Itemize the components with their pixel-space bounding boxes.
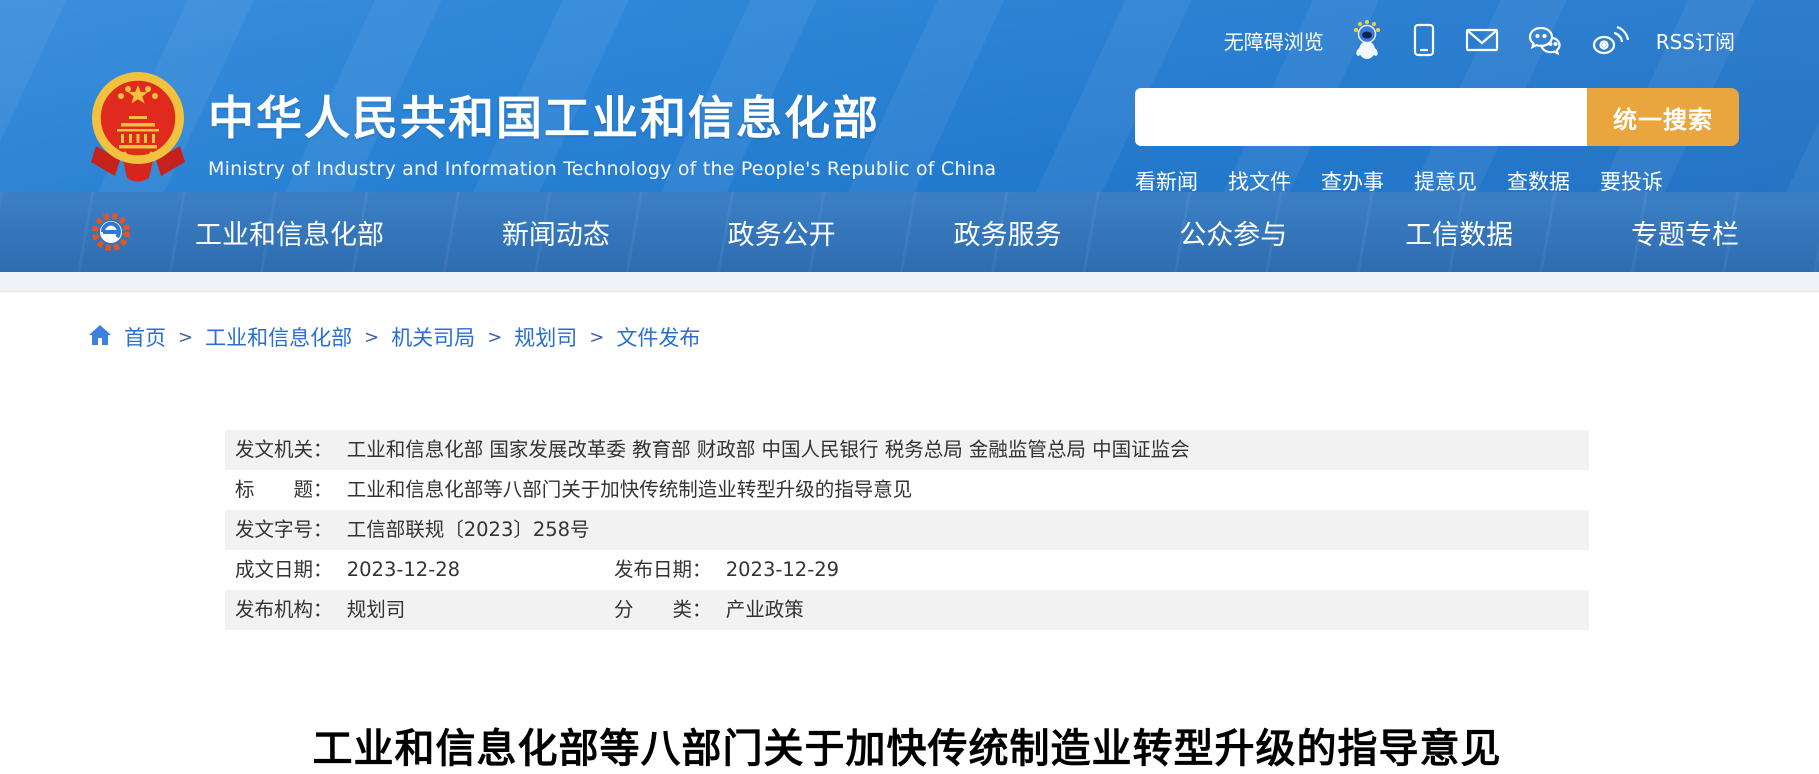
meta-row-issuing-org: 发文机关： 工业和信息化部 国家发展改革委 教育部 财政部 中国人民银行 税务总… (225, 430, 1589, 470)
meta-label: 标 题： (235, 470, 333, 510)
breadcrumb-miit[interactable]: 工业和信息化部 (205, 322, 352, 352)
breadcrumb-separator: > (178, 327, 193, 348)
meta-col2: 分 类： 产业政策 (614, 590, 804, 630)
mail-icon[interactable] (1464, 25, 1500, 55)
wechat-icon[interactable] (1526, 24, 1564, 56)
header-separator-strip (0, 272, 1819, 292)
breadcrumb-home[interactable]: 首页 (124, 322, 166, 352)
search-input[interactable] (1135, 88, 1587, 146)
miit-e-logo-icon[interactable] (88, 209, 134, 259)
nav-item-gov-openness[interactable]: 政务公开 (728, 213, 836, 252)
meta-label: 发文字号： (235, 510, 333, 550)
site-header: 无障碍浏览 (0, 0, 1819, 272)
breadcrumb: 首页 > 工业和信息化部 > 机关司局 > 规划司 > 文件发布 (88, 322, 1819, 352)
mobile-icon[interactable] (1410, 22, 1438, 58)
search-button[interactable]: 统一搜索 (1587, 88, 1739, 146)
brand-text: 中华人民共和国工业和信息化部 Ministry of Industry and … (208, 62, 996, 180)
nav-item-gov-services[interactable]: 政务服务 (953, 213, 1061, 252)
nav-item-topics[interactable]: 专题专栏 (1631, 213, 1739, 252)
meta-value: 规划司 (347, 598, 406, 621)
document-meta-table: 发文机关： 工业和信息化部 国家发展改革委 教育部 财政部 中国人民银行 税务总… (225, 430, 1589, 630)
site-brand: 中华人民共和国工业和信息化部 Ministry of Industry and … (88, 62, 996, 190)
search-box: 统一搜索 (1135, 88, 1739, 146)
home-icon[interactable] (88, 324, 112, 351)
national-emblem-icon (88, 62, 188, 190)
nav-item-participation[interactable]: 公众参与 (1179, 213, 1287, 252)
meta-value: 2023-12-28 (347, 558, 460, 581)
main-nav: 工业和信息化部 新闻动态 政务公开 政务服务 公众参与 工信数据 专题专栏 (0, 192, 1819, 272)
utility-bar: 无障碍浏览 (1224, 20, 1735, 60)
quick-link-files[interactable]: 找文件 (1228, 166, 1291, 196)
breadcrumb-separator: > (487, 327, 502, 348)
accessibility-link[interactable]: 无障碍浏览 (1224, 26, 1324, 55)
quick-link-suggest[interactable]: 提意见 (1414, 166, 1477, 196)
mascot-icon[interactable] (1350, 20, 1384, 60)
quick-link-news[interactable]: 看新闻 (1135, 166, 1198, 196)
meta-row-doc-number: 发文字号： 工信部联规〔2023〕258号 (225, 510, 1589, 550)
meta-label: 发文机关： (235, 430, 333, 470)
meta-label: 发布机构： (235, 590, 333, 630)
meta-label: 成文日期： (235, 550, 333, 590)
meta-label: 分 类： (614, 590, 712, 630)
breadcrumb-document-release[interactable]: 文件发布 (616, 322, 700, 352)
rss-link[interactable]: RSS订阅 (1656, 26, 1735, 55)
meta-value: 2023-12-29 (726, 558, 839, 581)
breadcrumb-separator: > (589, 327, 604, 348)
meta-value: 产业政策 (726, 598, 804, 621)
weibo-icon[interactable] (1590, 24, 1630, 56)
meta-row-title: 标 题： 工业和信息化部等八部门关于加快传统制造业转型升级的指导意见 (225, 470, 1589, 510)
breadcrumb-departments[interactable]: 机关司局 (391, 322, 475, 352)
meta-col2: 发布日期： 2023-12-29 (614, 550, 839, 590)
meta-value: 工信部联规〔2023〕258号 (347, 518, 590, 541)
nav-items: 工业和信息化部 新闻动态 政务公开 政务服务 公众参与 工信数据 专题专栏 (195, 192, 1739, 272)
quick-link-data[interactable]: 查数据 (1507, 166, 1570, 196)
meta-row-org-category: 发布机构： 规划司 分 类： 产业政策 (225, 590, 1589, 630)
meta-row-dates: 成文日期： 2023-12-28 发布日期： 2023-12-29 (225, 550, 1589, 590)
site-subtitle: Ministry of Industry and Information Tec… (208, 158, 996, 180)
quick-link-complaint[interactable]: 要投诉 (1600, 166, 1663, 196)
page-content: 首页 > 工业和信息化部 > 机关司局 > 规划司 > 文件发布 发文机关： 工… (0, 292, 1819, 774)
site-title: 中华人民共和国工业和信息化部 (208, 82, 996, 148)
document-title: 工业和信息化部等八部门关于加快传统制造业转型升级的指导意见 (225, 716, 1589, 774)
meta-value: 工业和信息化部等八部门关于加快传统制造业转型升级的指导意见 (347, 478, 913, 501)
quick-link-services[interactable]: 查办事 (1321, 166, 1384, 196)
breadcrumb-planning-dept[interactable]: 规划司 (514, 322, 577, 352)
nav-item-news[interactable]: 新闻动态 (502, 213, 610, 252)
meta-value: 工业和信息化部 国家发展改革委 教育部 财政部 中国人民银行 税务总局 金融监管… (347, 438, 1190, 461)
nav-item-data[interactable]: 工信数据 (1405, 213, 1513, 252)
nav-item-miit[interactable]: 工业和信息化部 (195, 213, 384, 252)
meta-label: 发布日期： (614, 550, 712, 590)
breadcrumb-separator: > (364, 327, 379, 348)
quick-links: 看新闻 找文件 查办事 提意见 查数据 要投诉 (1135, 166, 1663, 196)
